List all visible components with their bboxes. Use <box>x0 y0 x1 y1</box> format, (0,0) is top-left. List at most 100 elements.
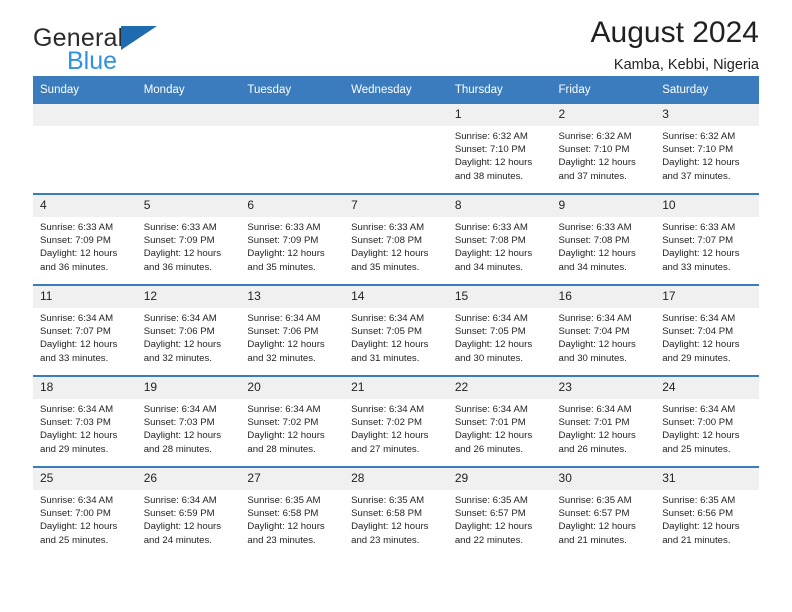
sunset-text: Sunset: 7:03 PM <box>40 417 111 429</box>
sunset-text: Sunset: 6:56 PM <box>662 508 734 520</box>
day-number: 10 <box>655 195 759 217</box>
calendar-day-cell[interactable]: 1 Sunrise: 6:32 AM Sunset: 7:10 PM Daylight… <box>447 104 552 194</box>
day-number: 27 <box>240 468 345 490</box>
calendar-table: Sunday Monday Tuesday Wednesday Thursday… <box>33 76 759 557</box>
day-details: Sunrise: 6:34 AM Sunset: 7:04 PM Daylight:… <box>655 308 759 365</box>
calendar-day-cell[interactable]: 2 Sunrise: 6:32 AM Sunset: 7:10 PM Daylight… <box>551 104 656 194</box>
day-number: 3 <box>655 104 759 126</box>
daylight-text-line1: Daylight: 12 hours <box>558 521 636 533</box>
sunset-text: Sunset: 7:08 PM <box>454 235 526 247</box>
daylight-text-line1: Daylight: 12 hours <box>454 248 533 260</box>
day-number: 31 <box>655 468 759 490</box>
daylight-text-line1: Daylight: 12 hours <box>247 339 325 351</box>
calendar-day-cell[interactable]: 4 Sunrise: 6:33 AM Sunset: 7:09 PM Daylight… <box>33 193 137 285</box>
daylight-text-line1: Daylight: 12 hours <box>558 157 636 169</box>
daylight-text-line1: Daylight: 12 hours <box>558 339 636 351</box>
calendar-day-cell[interactable]: 15 Sunrise: 6:34 AM Sunset: 7:05 PM Dayligh… <box>447 284 552 376</box>
calendar-day-cell[interactable]: 12 Sunrise: 6:34 AM Sunset: 7:06 PM Dayligh… <box>136 284 241 376</box>
calendar-day-cell[interactable]: 6 Sunrise: 6:33 AM Sunset: 7:09 PM Daylight… <box>240 193 345 285</box>
day-number: 23 <box>551 377 656 399</box>
calendar-day-cell-empty <box>344 104 448 194</box>
calendar-day-cell[interactable]: 7 Sunrise: 6:33 AM Sunset: 7:08 PM Daylight… <box>344 193 448 285</box>
sunset-text: Sunset: 7:10 PM <box>662 144 734 156</box>
daylight-text-line1: Daylight: 12 hours <box>40 248 118 260</box>
sunset-text: Sunset: 7:09 PM <box>247 235 319 247</box>
calendar-week-row: 11 Sunrise: 6:34 AM Sunset: 7:07 PM Dayligh… <box>33 284 759 376</box>
sunset-text: Sunset: 7:08 PM <box>558 235 630 247</box>
sunset-text: Sunset: 7:03 PM <box>143 417 215 429</box>
day-details: Sunrise: 6:34 AM Sunset: 7:00 PM Daylight:… <box>33 490 137 547</box>
day-number: 5 <box>136 195 241 217</box>
sunset-text: Sunset: 7:09 PM <box>143 235 215 247</box>
sunset-text: Sunset: 7:02 PM <box>351 417 423 429</box>
day-number: 14 <box>344 286 448 308</box>
daylight-text-line2: and 28 minutes. <box>143 443 212 455</box>
day-details: Sunrise: 6:33 AM Sunset: 7:07 PM Daylight:… <box>655 217 759 274</box>
day-details: Sunrise: 6:34 AM Sunset: 7:03 PM Daylight:… <box>137 399 241 456</box>
sunrise-text: Sunrise: 6:34 AM <box>143 404 217 415</box>
daylight-text-line2: and 34 minutes. <box>454 261 524 273</box>
sunrise-text: Sunrise: 6:35 AM <box>247 495 321 506</box>
day-number: 1 <box>447 104 552 126</box>
sunset-text: Sunset: 6:59 PM <box>143 508 215 520</box>
calendar-day-cell[interactable]: 28 Sunrise: 6:35 AM Sunset: 6:58 PM Dayligh… <box>344 466 448 557</box>
sunrise-text: Sunrise: 6:34 AM <box>40 404 114 415</box>
day-number: 12 <box>136 286 241 308</box>
sunrise-text: Sunrise: 6:33 AM <box>558 222 632 233</box>
daylight-text-line2: and 21 minutes. <box>662 534 731 546</box>
daylight-text-line2: and 27 minutes. <box>351 443 420 455</box>
calendar-day-cell[interactable]: 3 Sunrise: 6:32 AM Sunset: 7:10 PM Daylight… <box>655 104 759 194</box>
daylight-text-line2: and 38 minutes. <box>454 170 524 182</box>
calendar-day-cell[interactable]: 24 Sunrise: 6:34 AM Sunset: 7:00 PM Dayligh… <box>655 375 759 467</box>
day-details: Sunrise: 6:35 AM Sunset: 6:57 PM Daylight:… <box>552 490 656 547</box>
daylight-text-line2: and 31 minutes. <box>351 352 420 364</box>
day-details: Sunrise: 6:34 AM Sunset: 7:06 PM Daylight:… <box>137 308 241 365</box>
day-number: 4 <box>33 195 137 217</box>
calendar-day-cell[interactable]: 17 Sunrise: 6:34 AM Sunset: 7:04 PM Dayligh… <box>655 284 759 376</box>
sunrise-text: Sunrise: 6:34 AM <box>247 404 321 415</box>
calendar-day-cell[interactable]: 22 Sunrise: 6:34 AM Sunset: 7:01 PM Dayligh… <box>447 375 552 467</box>
sunrise-text: Sunrise: 6:34 AM <box>662 313 736 324</box>
daylight-text-line2: and 30 minutes. <box>558 352 627 364</box>
day-number <box>344 104 448 126</box>
calendar-day-cell[interactable]: 20 Sunrise: 6:34 AM Sunset: 7:02 PM Dayligh… <box>240 375 345 467</box>
day-details: Sunrise: 6:33 AM Sunset: 7:08 PM Daylight:… <box>344 217 448 274</box>
calendar-day-cell[interactable]: 18 Sunrise: 6:34 AM Sunset: 7:03 PM Dayligh… <box>33 375 137 467</box>
calendar-day-cell[interactable]: 10 Sunrise: 6:33 AM Sunset: 7:07 PM Dayligh… <box>655 193 759 285</box>
day-details: Sunrise: 6:34 AM Sunset: 7:02 PM Daylight:… <box>344 399 448 456</box>
daylight-text-line1: Daylight: 12 hours <box>143 248 222 260</box>
calendar-day-cell-empty <box>240 104 345 194</box>
calendar-day-cell[interactable]: 23 Sunrise: 6:34 AM Sunset: 7:01 PM Dayligh… <box>551 375 656 467</box>
day-number: 16 <box>551 286 656 308</box>
triangle-logo-icon <box>121 26 158 50</box>
calendar-day-cell[interactable]: 29 Sunrise: 6:35 AM Sunset: 6:57 PM Dayligh… <box>447 466 552 557</box>
calendar-day-cell[interactable]: 5 Sunrise: 6:33 AM Sunset: 7:09 PM Daylight… <box>136 193 241 285</box>
sunset-text: Sunset: 7:07 PM <box>40 326 111 338</box>
daylight-text-line2: and 30 minutes. <box>454 352 524 364</box>
calendar-day-cell[interactable]: 14 Sunrise: 6:34 AM Sunset: 7:05 PM Dayligh… <box>344 284 448 376</box>
calendar-page: General Blue August 2024 Kamba, Kebbi, N… <box>0 0 792 612</box>
daylight-text-line1: Daylight: 12 hours <box>40 430 118 442</box>
calendar-day-cell[interactable]: 9 Sunrise: 6:33 AM Sunset: 7:08 PM Daylight… <box>551 193 656 285</box>
calendar-day-cell[interactable]: 19 Sunrise: 6:34 AM Sunset: 7:03 PM Dayligh… <box>136 375 241 467</box>
calendar-week-row: 25 Sunrise: 6:34 AM Sunset: 7:00 PM Dayligh… <box>33 466 759 557</box>
sunset-text: Sunset: 7:07 PM <box>662 235 734 247</box>
daylight-text-line2: and 33 minutes. <box>662 261 731 273</box>
calendar-day-cell[interactable]: 30 Sunrise: 6:35 AM Sunset: 6:57 PM Dayligh… <box>551 466 656 557</box>
calendar-day-cell[interactable]: 13 Sunrise: 6:34 AM Sunset: 7:06 PM Dayligh… <box>240 284 345 376</box>
calendar-day-cell[interactable]: 27 Sunrise: 6:35 AM Sunset: 6:58 PM Dayligh… <box>240 466 345 557</box>
calendar-day-cell[interactable]: 8 Sunrise: 6:33 AM Sunset: 7:08 PM Daylight… <box>447 193 552 285</box>
sunrise-text: Sunrise: 6:34 AM <box>351 404 425 415</box>
calendar-day-cell[interactable]: 25 Sunrise: 6:34 AM Sunset: 7:00 PM Dayligh… <box>33 466 137 557</box>
day-number: 17 <box>655 286 759 308</box>
sunset-text: Sunset: 7:06 PM <box>247 326 319 338</box>
day-number: 8 <box>447 195 552 217</box>
calendar-day-cell[interactable]: 16 Sunrise: 6:34 AM Sunset: 7:04 PM Dayligh… <box>551 284 656 376</box>
calendar-day-cell[interactable]: 11 Sunrise: 6:34 AM Sunset: 7:07 PM Dayligh… <box>33 284 137 376</box>
weekday-header-thursday: Thursday <box>447 76 552 104</box>
calendar-day-cell[interactable]: 31 Sunrise: 6:35 AM Sunset: 6:56 PM Dayligh… <box>655 466 759 557</box>
brand-logo[interactable]: General Blue <box>33 22 243 74</box>
calendar-day-cell[interactable]: 21 Sunrise: 6:34 AM Sunset: 7:02 PM Dayligh… <box>344 375 448 467</box>
weekday-header-tuesday: Tuesday <box>240 76 345 104</box>
calendar-day-cell[interactable]: 26 Sunrise: 6:34 AM Sunset: 6:59 PM Dayligh… <box>136 466 241 557</box>
